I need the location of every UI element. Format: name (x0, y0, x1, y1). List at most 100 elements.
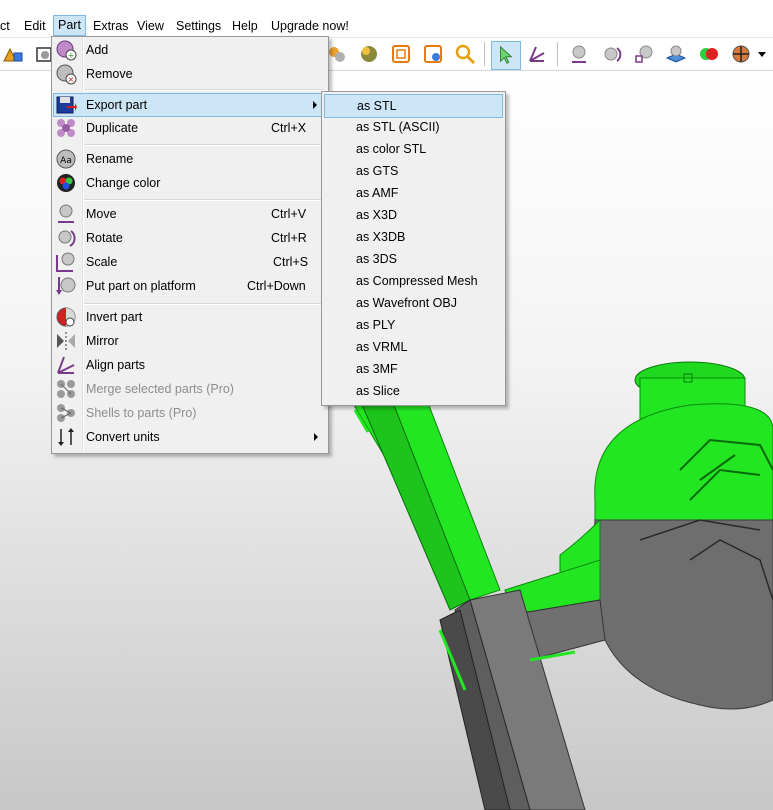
scale-icon (56, 252, 75, 272)
menu-item-label: as STL (357, 99, 397, 113)
menu-item-export-part[interactable]: Export part (53, 93, 323, 117)
menu-item-label: Align parts (86, 358, 146, 372)
export-as-stl[interactable]: as STL (324, 94, 503, 118)
menu-item-shortcut: Ctrl+Down (247, 279, 306, 293)
menu-item-convert-units[interactable]: Convert units (54, 426, 324, 448)
invert-part-icon (56, 307, 76, 327)
menu-item-shortcut: Ctrl+V (271, 207, 307, 221)
dropdown-arrow-icon[interactable] (757, 43, 767, 65)
menu-item-change-color[interactable]: Change color (54, 172, 324, 194)
align-arrows-icon[interactable] (526, 43, 548, 65)
export-as-x3db[interactable]: as X3DB (324, 226, 503, 248)
menu-item-shortcut: Ctrl+S (273, 255, 309, 269)
export-as-stl-ascii[interactable]: as STL (ASCII) (324, 116, 503, 138)
align-parts-icon (57, 356, 75, 374)
export-as-wavefront-obj[interactable]: as Wavefront OBJ (324, 292, 503, 314)
duplicate-spheres-icon (57, 119, 75, 137)
mirror-icon (57, 332, 75, 350)
menu-item-label: Put part on platform (86, 279, 196, 293)
menu-file-partial[interactable]: ct (0, 16, 10, 36)
export-floppy-icon (56, 96, 77, 114)
menu-edit[interactable]: Edit (24, 16, 46, 36)
menu-item-invert-part[interactable]: Invert part (54, 306, 324, 328)
mirror-sphere-icon[interactable] (730, 43, 752, 65)
menu-item-label: as 3DS (356, 252, 397, 266)
menu-item-label: Rename (86, 152, 134, 166)
menu-upgrade[interactable]: Upgrade now! (271, 16, 349, 36)
menu-item-label: Merge selected parts (Pro) (86, 382, 234, 396)
menu-item-rename[interactable]: Aa Rename (54, 148, 324, 170)
menu-item-label: Shells to parts (Pro) (86, 406, 197, 420)
export-as-slice[interactable]: as Slice (324, 380, 503, 402)
menu-help[interactable]: Help (232, 16, 258, 36)
select-cursor-icon (500, 45, 513, 64)
sphere-color-icon[interactable] (358, 43, 380, 65)
menu-item-label: Rotate (86, 231, 123, 245)
menu-item-label: Change color (86, 176, 161, 190)
export-as-x3d[interactable]: as X3D (324, 204, 503, 226)
menu-item-shortcut: Ctrl+X (271, 121, 307, 135)
convert-units-icon (58, 428, 74, 446)
menu-settings[interactable]: Settings (176, 16, 221, 36)
menu-item-label: Duplicate (86, 121, 139, 135)
menu-item-label: Convert units (86, 430, 160, 444)
menu-item-label: as AMF (356, 186, 399, 200)
menu-separator (84, 144, 324, 146)
submenu-arrow-icon (314, 433, 318, 441)
menu-item-label: as color STL (356, 142, 427, 156)
menu-item-label: as PLY (356, 318, 396, 332)
menu-item-remove[interactable]: × Remove (54, 63, 324, 85)
menu-item-label: as Compressed Mesh (356, 274, 478, 288)
platform-icon[interactable] (665, 43, 687, 65)
export-as-vrml[interactable]: as VRML (324, 336, 503, 358)
toolbar-separator (484, 42, 485, 66)
menu-view[interactable]: View (137, 16, 164, 36)
export-as-3ds[interactable]: as 3DS (324, 248, 503, 270)
move-sphere-icon[interactable] (568, 43, 590, 65)
menu-item-mirror[interactable]: Mirror (54, 330, 324, 352)
remove-part-icon: × (56, 64, 77, 85)
export-as-ply[interactable]: as PLY (324, 314, 503, 336)
menu-item-label: as Wavefront OBJ (356, 296, 457, 310)
menubar: ct Edit Part Extras View Settings Help U… (0, 15, 773, 38)
export-as-3mf[interactable]: as 3MF (324, 358, 503, 380)
svg-text:Aa: Aa (60, 156, 72, 166)
menu-item-label: Invert part (86, 310, 143, 324)
wireframe-box-icon[interactable] (390, 43, 412, 65)
menu-extras[interactable]: Extras (93, 16, 128, 36)
menu-item-duplicate[interactable]: Duplicate Ctrl+X (54, 117, 324, 139)
select-cursor-button[interactable] (491, 41, 521, 70)
menu-item-merge-parts: Merge selected parts (Pro) (54, 378, 324, 400)
scale-sphere-icon[interactable] (633, 43, 655, 65)
rename-icon: Aa (56, 149, 76, 169)
menu-item-move[interactable]: Move Ctrl+V (54, 203, 324, 225)
primitives-icon[interactable] (2, 43, 24, 65)
menu-item-label: as GTS (356, 164, 399, 178)
menu-separator (84, 303, 324, 305)
export-as-color-stl[interactable]: as color STL (324, 138, 503, 160)
menu-item-label: as Slice (356, 384, 400, 398)
export-as-compressed-mesh[interactable]: as Compressed Mesh (324, 270, 503, 292)
box-settings-icon[interactable] (422, 43, 444, 65)
menu-item-rotate[interactable]: Rotate Ctrl+R (54, 227, 324, 249)
menu-item-label: Export part (86, 98, 148, 112)
menu-item-align-parts[interactable]: Align parts (54, 354, 324, 376)
menu-part[interactable]: Part (53, 15, 86, 36)
menu-item-label: Mirror (86, 334, 119, 348)
export-as-amf[interactable]: as AMF (324, 182, 503, 204)
menu-item-put-on-platform[interactable]: Put part on platform Ctrl+Down (54, 275, 324, 297)
svg-text:×: × (68, 75, 75, 84)
magnifier-icon[interactable] (454, 43, 476, 65)
menu-item-add[interactable]: + Add (54, 39, 324, 61)
menu-item-scale[interactable]: Scale Ctrl+S (54, 251, 324, 273)
platform-icon (56, 277, 76, 295)
svg-text:+: + (68, 51, 75, 60)
export-as-gts[interactable]: as GTS (324, 160, 503, 182)
menu-item-label: Scale (86, 255, 118, 269)
color-spheres-icon[interactable] (698, 43, 720, 65)
rotate-sphere-icon[interactable] (601, 43, 623, 65)
spheres-icon[interactable] (326, 43, 348, 65)
menu-separator (84, 199, 324, 201)
menu-item-label: as X3D (356, 208, 397, 222)
shells-to-parts-icon (57, 404, 75, 422)
